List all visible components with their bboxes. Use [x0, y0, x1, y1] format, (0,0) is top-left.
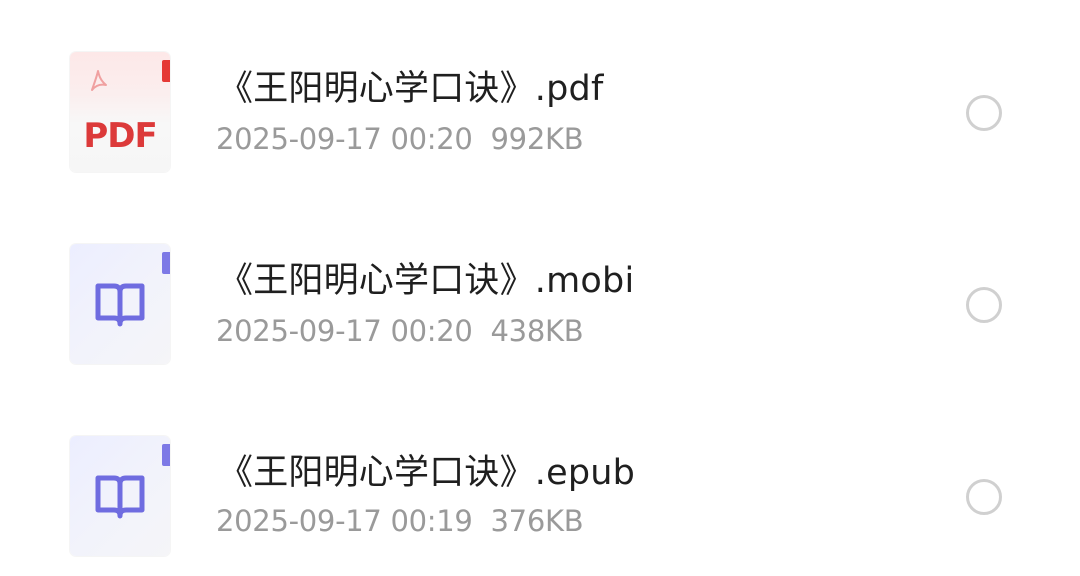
file-size: 376KB — [490, 504, 584, 538]
open-book-icon — [95, 475, 145, 519]
file-tab-marker — [162, 252, 170, 274]
select-radio[interactable] — [966, 287, 1002, 323]
pdf-file-icon: PDF — [70, 52, 170, 172]
file-size: 438KB — [490, 314, 584, 348]
file-date: 2025-09-17 00:20 — [216, 314, 473, 348]
select-radio[interactable] — [966, 479, 1002, 515]
file-date: 2025-09-17 00:20 — [216, 122, 473, 156]
file-row-epub[interactable]: 《王阳明心学口诀》.epub 2025-09-17 00:19 376KB — [0, 384, 1080, 576]
file-date: 2025-09-17 00:19 — [216, 504, 473, 538]
acrobat-icon — [91, 70, 107, 91]
ebook-file-icon — [70, 244, 170, 364]
pdf-type-label: PDF — [83, 116, 157, 156]
file-tab-marker — [162, 444, 170, 466]
file-name: 《王阳明心学口诀》.mobi — [218, 261, 635, 301]
file-name: 《王阳明心学口诀》.pdf — [218, 69, 604, 109]
file-meta: 2025-09-17 00:19 376KB — [216, 504, 584, 538]
file-meta: 2025-09-17 00:20 438KB — [216, 314, 584, 348]
file-meta: 2025-09-17 00:20 992KB — [216, 122, 584, 156]
file-name: 《王阳明心学口诀》.epub — [218, 453, 636, 493]
ebook-file-icon — [70, 436, 170, 556]
select-radio[interactable] — [966, 95, 1002, 131]
file-row-pdf[interactable]: PDF 《王阳明心学口诀》.pdf 2025-09-17 00:20 992KB — [0, 0, 1080, 192]
file-size: 992KB — [490, 122, 584, 156]
file-row-mobi[interactable]: 《王阳明心学口诀》.mobi 2025-09-17 00:20 438KB — [0, 192, 1080, 384]
open-book-icon — [95, 283, 145, 327]
file-tab-marker — [162, 60, 170, 82]
